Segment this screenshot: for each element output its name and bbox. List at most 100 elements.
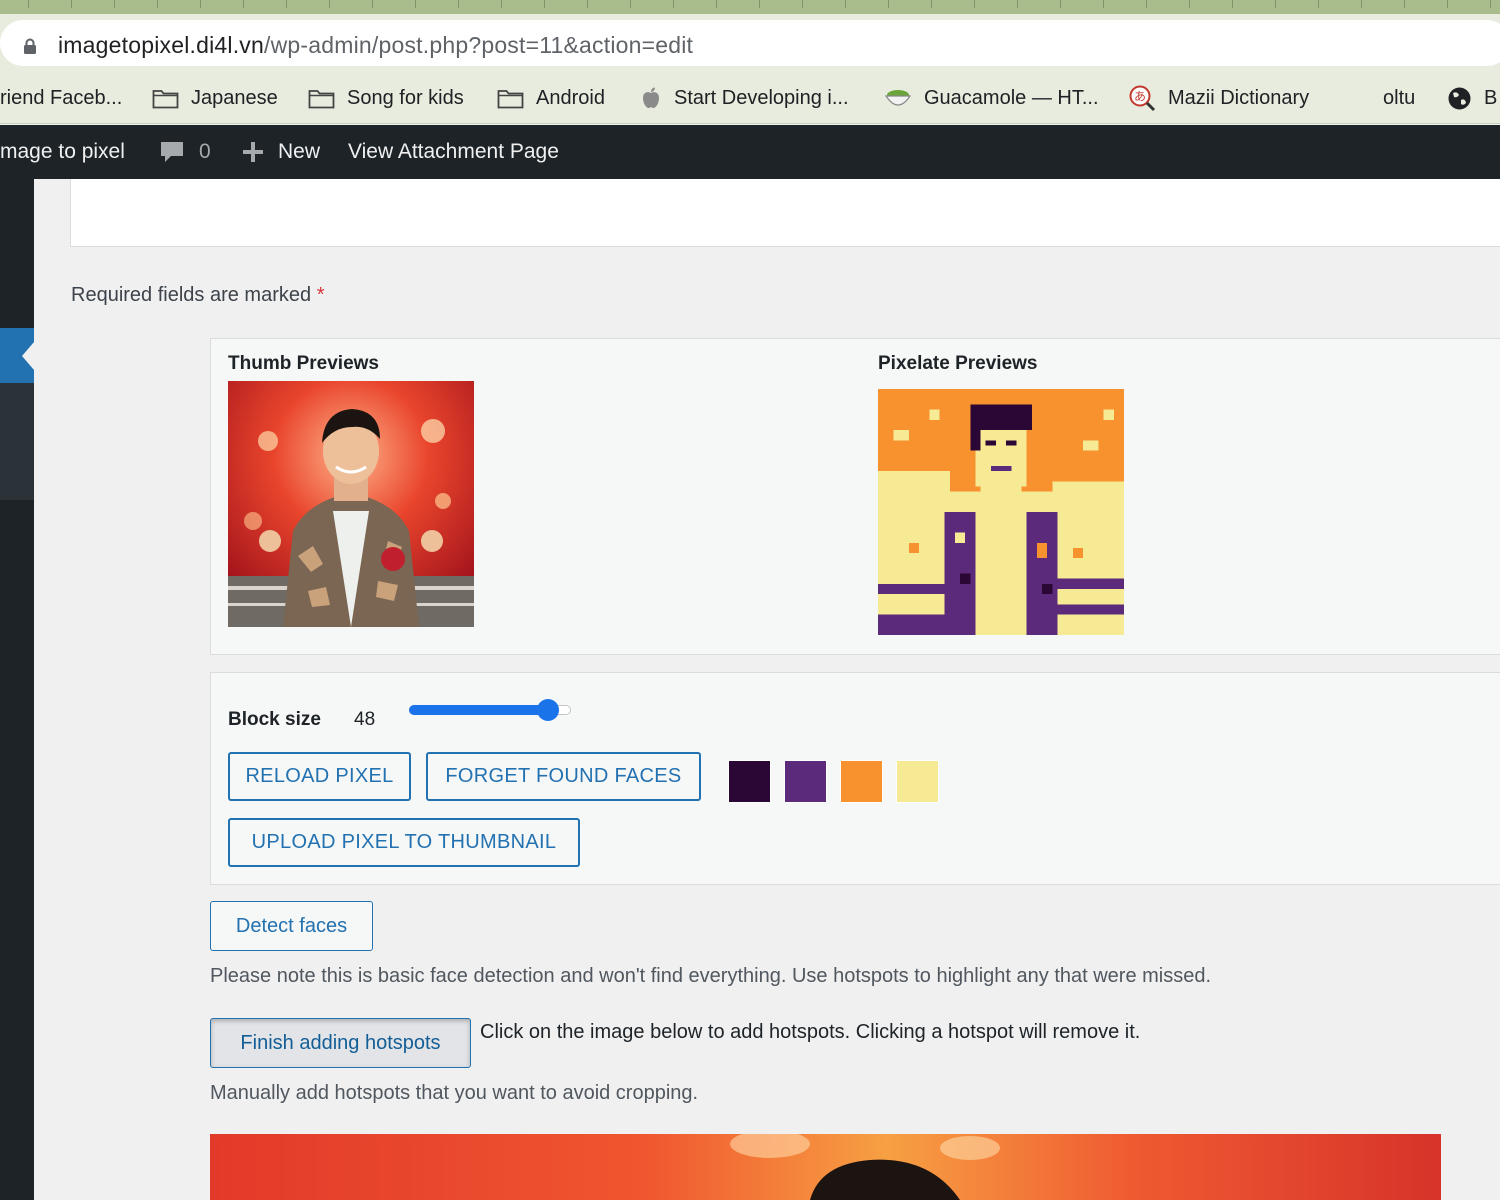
site-name-link[interactable]: mage to pixel: [0, 125, 125, 179]
plus-icon: [243, 142, 263, 162]
bookmark-b[interactable]: B: [1447, 83, 1497, 113]
bookmark-japanese[interactable]: Japanese: [152, 83, 278, 113]
url-path: /wp-admin/post.php?post=11&action=edit: [264, 32, 694, 58]
forget-found-faces-button[interactable]: FORGET FOUND FACES: [426, 752, 701, 801]
bookmark-mazii-dictionary[interactable]: あ Mazii Dictionary: [1128, 83, 1309, 113]
palette-swatch-yellow[interactable]: [896, 760, 939, 803]
comments-count: 0: [199, 140, 211, 163]
bookmark-android[interactable]: Android: [497, 83, 605, 113]
tab-strip-tick: [1232, 0, 1233, 8]
site-name: mage to pixel: [0, 140, 125, 163]
view-attachment-link[interactable]: View Attachment Page: [348, 125, 559, 179]
tab-strip-tick: [501, 0, 502, 8]
pixelate-previews-title: Pixelate Previews: [878, 353, 1038, 374]
bookmark-start-developing[interactable]: Start Developing i...: [640, 83, 849, 113]
thumb-previews-title: Thumb Previews: [228, 353, 379, 374]
tab-strip-tick: [415, 0, 416, 8]
palette-swatch-dark[interactable]: [728, 760, 771, 803]
tab-strip-tick: [931, 0, 932, 8]
bookmark-label: Start Developing i...: [674, 86, 849, 109]
bookmark-label: riend Faceb...: [0, 86, 123, 109]
tab-strip-tick: [888, 0, 889, 8]
admin-sidebar: [0, 179, 34, 1200]
detect-faces-note: Please note this is basic face detection…: [210, 965, 1212, 987]
wp-admin-bar: mage to pixel 0 New View Attachment Page: [0, 125, 1500, 179]
bookmark-oltu[interactable]: oltu: [1383, 83, 1415, 113]
slider-thumb[interactable]: [537, 699, 559, 721]
tab-strip-tick: [243, 0, 244, 8]
hotspot-image[interactable]: [210, 1134, 1441, 1200]
thumb-preview-image: [228, 381, 474, 627]
upload-pixel-to-thumbnail-button[interactable]: UPLOAD PIXEL TO THUMBNAIL: [228, 818, 580, 867]
bookmark-label: Guacamole — HT...: [924, 86, 1099, 109]
address-bar[interactable]: imagetopixel.di4l.vn/wp-admin/post.php?p…: [0, 20, 1500, 66]
sidebar-submenu[interactable]: [0, 383, 34, 500]
bookmark-song-for-kids[interactable]: Song for kids: [308, 83, 464, 113]
tab-strip-tick: [1404, 0, 1405, 8]
active-menu-arrow: [22, 342, 34, 370]
tab-strip-tick: [759, 0, 760, 8]
tab-strip-tick: [1189, 0, 1190, 8]
tab-strip-tick: [587, 0, 588, 8]
tab-strip-tick: [716, 0, 717, 8]
apple-icon: [643, 87, 659, 108]
palette-swatch-orange[interactable]: [840, 760, 883, 803]
bookmark-guacamole[interactable]: Guacamole — HT...: [884, 83, 1099, 113]
tab-strip-tick: [458, 0, 459, 8]
previews-panel: Thumb Previews Pixelate Previews: [210, 338, 1500, 655]
tab-strip-tick: [1275, 0, 1276, 8]
bookmark-label: Android: [536, 86, 605, 109]
tab-strip-tick: [114, 0, 115, 8]
detect-faces-button[interactable]: Detect faces: [210, 901, 373, 951]
comments-link[interactable]: 0: [159, 125, 211, 179]
tab-strip-tick: [1490, 0, 1491, 8]
required-star: *: [316, 284, 325, 306]
bookmark-friend-facebook[interactable]: riend Faceb...: [0, 83, 122, 113]
palette-swatch-purple[interactable]: [784, 760, 827, 803]
tab-strip-tick: [157, 0, 158, 8]
mazii-icon: あ: [1129, 85, 1156, 112]
tab-strip-tick: [286, 0, 287, 8]
bookmark-label: Song for kids: [347, 86, 464, 109]
tab-strip-tick: [974, 0, 975, 8]
bookmark-label: B: [1484, 86, 1498, 109]
tab-strip-tick: [1103, 0, 1104, 8]
globe-icon: [1448, 87, 1471, 109]
tab-strip-tick: [1318, 0, 1319, 8]
comment-bubble-icon: [161, 142, 183, 162]
url-host: imagetopixel.di4l.vn: [58, 32, 265, 58]
bookmarks-bar: riend Faceb... Japanese Song for kids An…: [0, 72, 1500, 124]
block-size-slider[interactable]: [409, 699, 571, 721]
reload-pixel-button[interactable]: RELOAD PIXEL: [228, 752, 411, 801]
tab-strip-tick: [329, 0, 330, 8]
bookmark-label: oltu: [1383, 86, 1416, 109]
tab-strip-tick: [372, 0, 373, 8]
folder-icon: [308, 90, 335, 109]
required-fields-note: Required fields are marked *: [71, 284, 324, 307]
pixelate-preview-image: [878, 389, 1124, 635]
new-content-link[interactable]: New: [242, 125, 320, 179]
slider-fill: [409, 705, 548, 715]
tab-strip-tick: [845, 0, 846, 8]
tab-strip-tick: [71, 0, 72, 8]
tab-strip-tick: [200, 0, 201, 8]
svg-text:あ: あ: [1134, 90, 1146, 104]
block-size-label: Block size: [228, 709, 321, 730]
tab-strip-tick: [1146, 0, 1147, 8]
new-label: New: [278, 140, 321, 163]
tab-strip-tick: [544, 0, 545, 8]
bookmark-label: Mazii Dictionary: [1168, 86, 1310, 109]
pixel-controls-panel: Block size 48 RELOAD PIXEL FORGET FOUND …: [210, 672, 1500, 885]
url-text[interactable]: imagetopixel.di4l.vn/wp-admin/post.php?p…: [58, 32, 693, 59]
folder-icon: [497, 90, 524, 109]
tab-strip: [0, 0, 1500, 14]
bookmark-label: Japanese: [191, 86, 278, 109]
folder-icon: [152, 90, 179, 109]
tab-strip-tick: [673, 0, 674, 8]
tab-strip-tick: [630, 0, 631, 8]
finish-adding-hotspots-button[interactable]: Finish adding hotspots: [210, 1018, 471, 1068]
tab-strip-tick: [802, 0, 803, 8]
tab-strip-tick: [1060, 0, 1061, 8]
hotspots-instruction: Click on the image below to add hotspots…: [480, 1021, 1141, 1043]
content-panel: [70, 179, 1500, 247]
